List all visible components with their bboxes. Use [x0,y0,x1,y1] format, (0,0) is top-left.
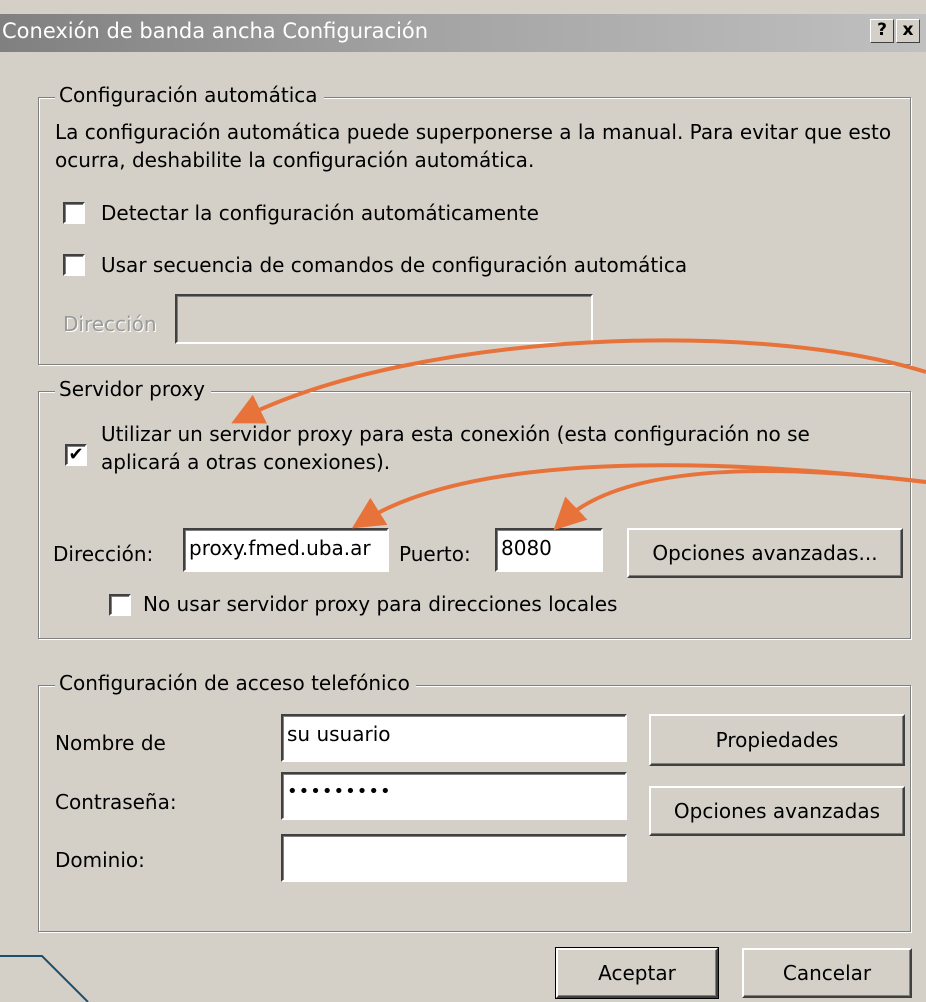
annotation-corner-line [0,955,89,1002]
arrow-to-use-proxy-icon [231,338,926,424]
arrow-to-proxy-port-icon [553,469,926,531]
annotation-overlay [0,338,926,1002]
